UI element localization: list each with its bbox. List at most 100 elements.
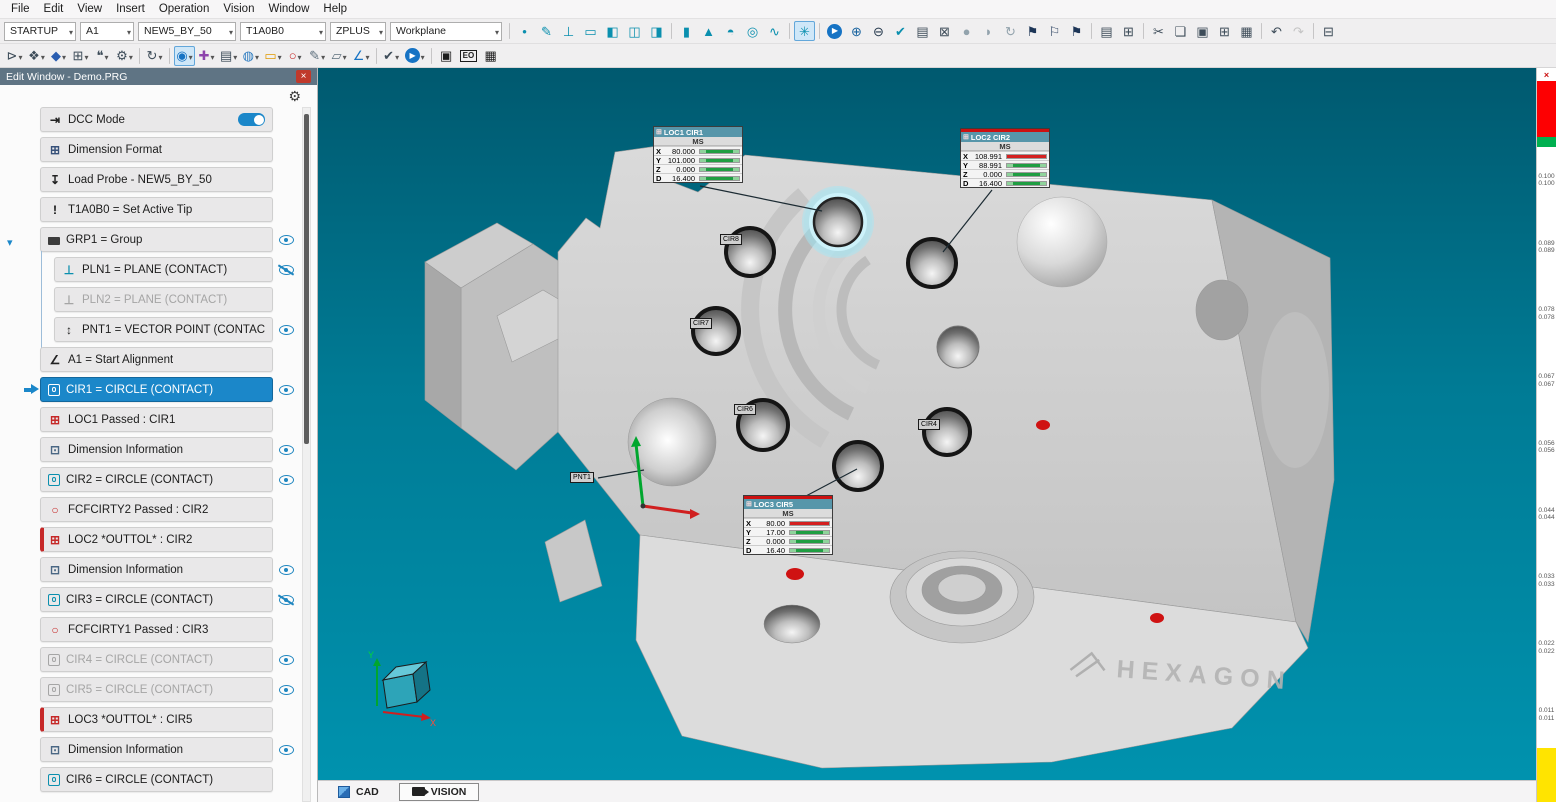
- edit-window-item[interactable]: CIR4 = CIRCLE (CONTACT): [40, 647, 273, 672]
- bookmark-outline-icon[interactable]: ⚐: [1044, 21, 1065, 41]
- edit-window-item[interactable]: Dimension Format: [40, 137, 273, 162]
- execute-mini-icon[interactable]: ▶: [403, 46, 427, 66]
- edit-window-item[interactable]: PNT1 = VECTOR POINT (CONTAC: [54, 317, 273, 342]
- snapshot-icon[interactable]: ▣: [436, 46, 457, 66]
- dcc-mode-toggle[interactable]: [238, 113, 265, 126]
- edit-window-item[interactable]: GRP1 = Group: [40, 227, 273, 252]
- edit-window-item[interactable]: Dimension Information: [40, 437, 273, 462]
- edit-window-item[interactable]: T1A0B0 = Set Active Tip: [40, 197, 273, 222]
- edit-window-item[interactable]: CIR1 = CIRCLE (CONTACT): [40, 377, 273, 402]
- execute-program-icon[interactable]: ▶: [824, 21, 845, 41]
- report-grid-icon[interactable]: ⊞: [1118, 21, 1139, 41]
- feature-tag[interactable]: PNT1: [570, 472, 594, 483]
- rotate-view-icon[interactable]: ↻: [144, 46, 165, 66]
- cylinder-feature-icon[interactable]: ▮: [676, 21, 697, 41]
- menu-item[interactable]: Window: [261, 2, 316, 16]
- redo-icon[interactable]: ↷: [1288, 21, 1309, 41]
- measurement-label-loc3[interactable]: LOC3 CIR5 MS X80.00 Y17.00 Z0.000 D16.40: [743, 495, 833, 555]
- edit-window-item[interactable]: Dimension Information: [40, 557, 273, 582]
- cir2-circle[interactable]: [908, 239, 956, 287]
- cir4-circle[interactable]: [924, 409, 970, 455]
- probe-mode-icon[interactable]: ⊳: [4, 46, 25, 66]
- refresh-icon[interactable]: ↻: [1000, 21, 1021, 41]
- bookmark-icon[interactable]: ⚑: [1022, 21, 1043, 41]
- close-icon[interactable]: ×: [1537, 68, 1556, 81]
- shaded-view-icon[interactable]: ◉: [174, 46, 195, 66]
- context-dropdown[interactable]: Workplane: [390, 22, 502, 41]
- square-slot-feature-icon[interactable]: ◨: [646, 21, 667, 41]
- axis-dropdown[interactable]: A1: [80, 22, 134, 41]
- round-slot-feature-icon[interactable]: ◫: [624, 21, 645, 41]
- counterbore-feature[interactable]: [890, 551, 1034, 643]
- menu-item[interactable]: Help: [316, 2, 354, 16]
- edit-window-item[interactable]: LOC1 Passed : CIR1: [40, 407, 273, 432]
- menu-item[interactable]: Vision: [216, 2, 261, 16]
- paste-icon[interactable]: ▣: [1192, 21, 1213, 41]
- torus-feature-icon[interactable]: ◎: [742, 21, 763, 41]
- perpendicular-feature-icon[interactable]: ⊥: [558, 21, 579, 41]
- line-feature-icon[interactable]: ✎: [536, 21, 557, 41]
- sphere-feature-icon[interactable]: ◓: [720, 21, 741, 41]
- box-select-icon[interactable]: ▭: [262, 46, 283, 66]
- visibility-eye-icon[interactable]: [279, 475, 294, 485]
- edit-window-item[interactable]: FCFCIRTY1 Passed : CIR3: [40, 617, 273, 642]
- slot-feature-icon[interactable]: ◧: [602, 21, 623, 41]
- pixel-grid-icon[interactable]: ▦: [480, 46, 501, 66]
- visibility-eye-icon[interactable]: [279, 685, 294, 695]
- execute-feature-icon[interactable]: ⊕: [846, 21, 867, 41]
- tab-cad[interactable]: CAD: [326, 784, 391, 800]
- tip-dropdown[interactable]: T1A0B0: [240, 22, 326, 41]
- probe-toolbox-icon[interactable]: ◆: [48, 46, 69, 66]
- collapse-arrow-icon[interactable]: [7, 233, 13, 251]
- edit-window-item[interactable]: PLN1 = PLANE (CONTACT): [54, 257, 273, 282]
- edit-window-item[interactable]: PLN2 = PLANE (CONTACT): [54, 287, 273, 312]
- edit-window-item[interactable]: LOC2 *OUTTOL* : CIR2: [40, 527, 273, 552]
- curve-feature-icon[interactable]: ∿: [764, 21, 785, 41]
- edit-window-scrollbar[interactable]: [302, 107, 311, 802]
- alignment-dropdown[interactable]: STARTUP: [4, 22, 76, 41]
- insert-grid-icon[interactable]: ⊞: [1214, 21, 1235, 41]
- report-list-icon[interactable]: ▤: [1096, 21, 1117, 41]
- cone-feature-icon[interactable]: ▲: [698, 21, 719, 41]
- visibility-eye-icon[interactable]: [279, 595, 294, 605]
- clip-plane-icon[interactable]: ▱: [329, 46, 350, 66]
- edit-window-item[interactable]: CIR3 = CIRCLE (CONTACT): [40, 587, 273, 612]
- edit-window-item[interactable]: Dimension Information: [40, 737, 273, 762]
- visibility-eye-icon[interactable]: [279, 445, 294, 455]
- probe-dropdown[interactable]: NEW5_BY_50: [138, 22, 236, 41]
- sketch-icon[interactable]: ✎: [307, 46, 328, 66]
- edit-window-item[interactable]: CIR2 = CIRCLE (CONTACT): [40, 467, 273, 492]
- visibility-eye-icon[interactable]: [279, 385, 294, 395]
- sphere-view-icon[interactable]: ●: [956, 21, 977, 41]
- menu-item[interactable]: Insert: [109, 2, 152, 16]
- cir3-circle[interactable]: [937, 326, 979, 368]
- axes-display-icon[interactable]: ✚: [196, 46, 217, 66]
- bookmark-alt-icon[interactable]: ⚑: [1066, 21, 1087, 41]
- eo-button[interactable]: EO: [458, 46, 480, 66]
- surface-mode-icon[interactable]: ◍: [240, 46, 261, 66]
- gear-icon[interactable]: ⚙: [288, 88, 301, 105]
- feature-tag[interactable]: CIR4: [918, 419, 940, 430]
- view-layout-icon[interactable]: ⊞: [70, 46, 91, 66]
- edit-window-item[interactable]: FCFCIRTY2 Passed : CIR2: [40, 497, 273, 522]
- menu-item[interactable]: Edit: [37, 2, 71, 16]
- bottom-hole[interactable]: [764, 605, 820, 643]
- quick-start-icon[interactable]: ❖: [26, 46, 47, 66]
- visibility-eye-icon[interactable]: [279, 265, 294, 275]
- comment-icon[interactable]: ❝: [92, 46, 113, 66]
- point-feature-icon[interactable]: •: [514, 21, 535, 41]
- cut-icon[interactable]: ✂: [1148, 21, 1169, 41]
- undo-icon[interactable]: ↶: [1266, 21, 1287, 41]
- menu-item[interactable]: Operation: [152, 2, 217, 16]
- edit-window-item[interactable]: CIR5 = CIRCLE (CONTACT): [40, 677, 273, 702]
- angle-probe-icon[interactable]: ∠: [351, 46, 372, 66]
- edit-window-item[interactable]: Load Probe - NEW5_BY_50: [40, 167, 273, 192]
- view-orientation-cube[interactable]: Y X: [368, 650, 436, 728]
- visibility-eye-icon[interactable]: [279, 325, 294, 335]
- feature-tag[interactable]: CIR7: [690, 318, 712, 329]
- cir7-circle[interactable]: [693, 308, 739, 354]
- copy-icon[interactable]: ❏: [1170, 21, 1191, 41]
- stop-execution-icon[interactable]: ⊖: [868, 21, 889, 41]
- menu-item[interactable]: File: [4, 2, 37, 16]
- cad-viewport[interactable]: HEXAGON Y X: [318, 68, 1536, 780]
